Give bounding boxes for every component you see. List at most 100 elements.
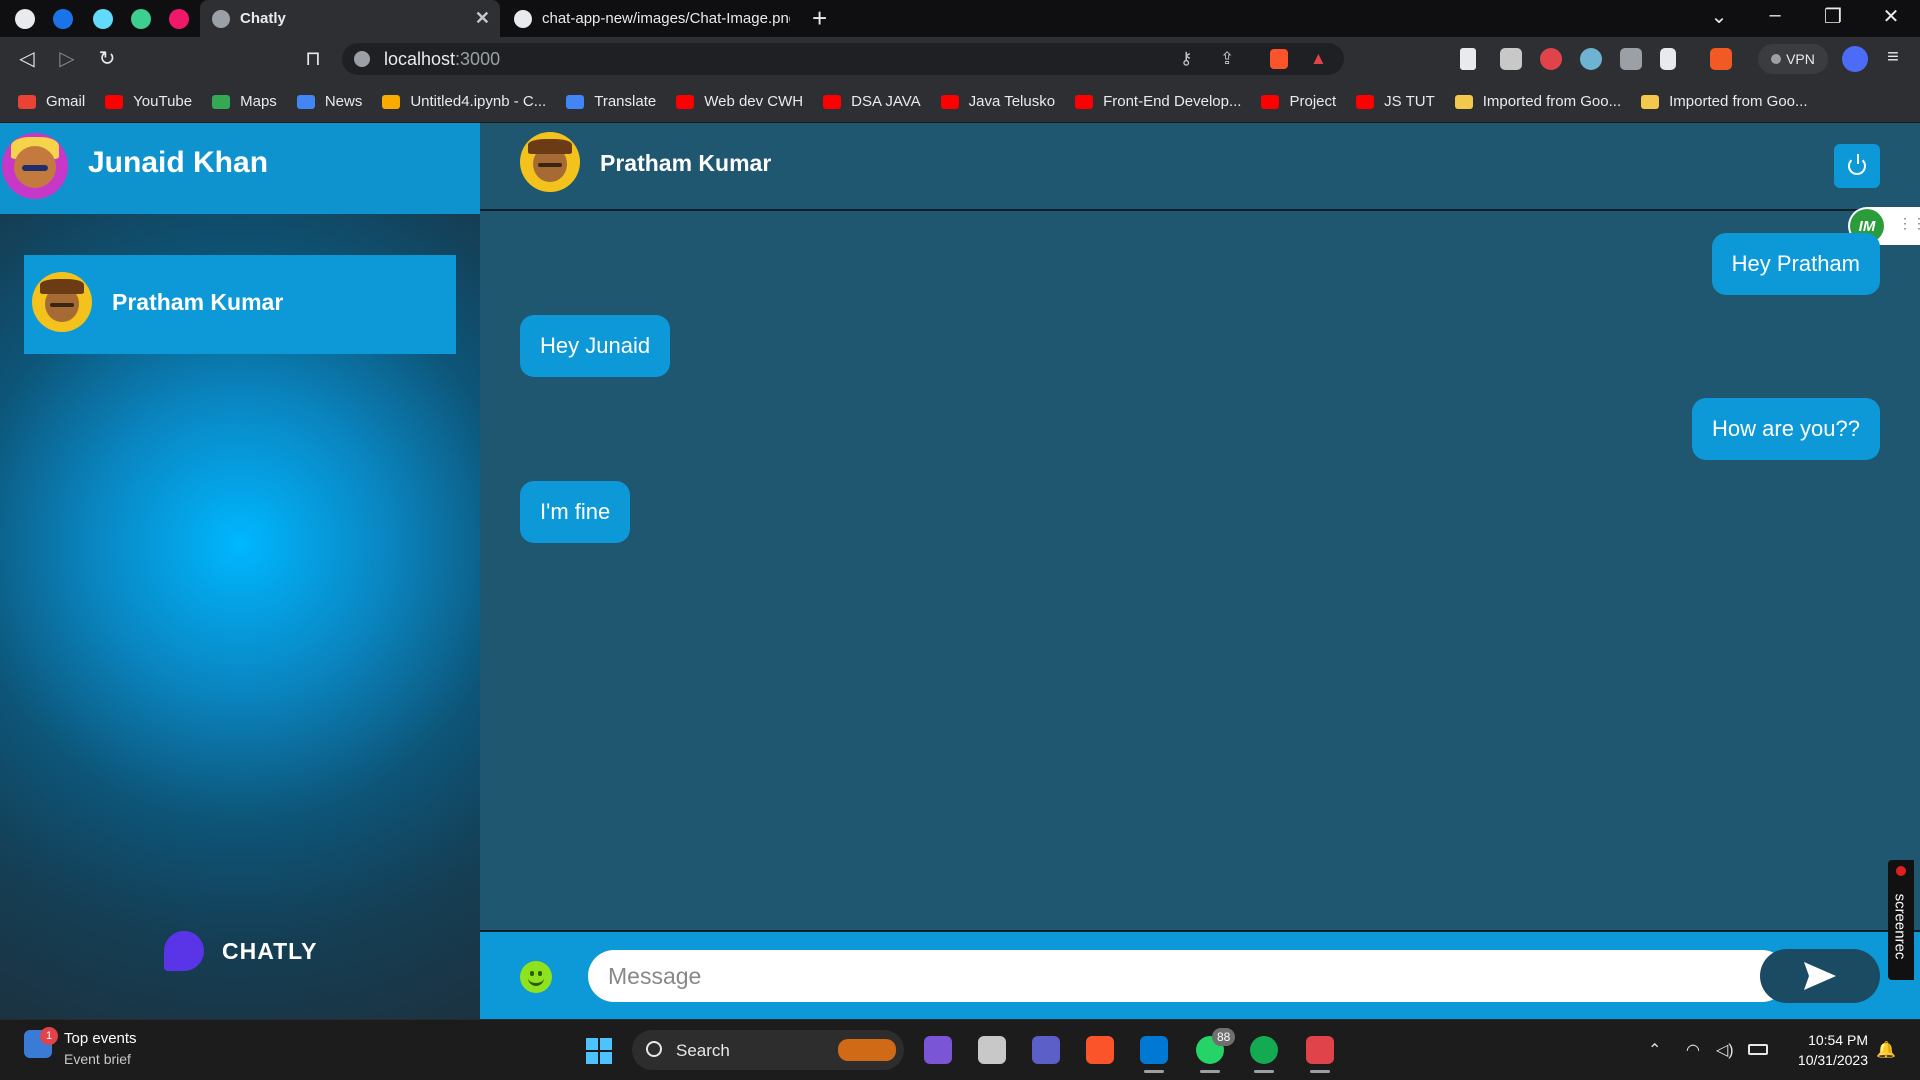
start-button[interactable] xyxy=(586,1038,612,1064)
copilot-icon[interactable] xyxy=(924,1036,952,1064)
minimize-button[interactable]: – xyxy=(1760,4,1790,27)
profile-avatar-icon[interactable] xyxy=(1842,46,1868,72)
bookmark-label: Java Telusko xyxy=(968,93,1056,110)
chat-contact-avatar xyxy=(520,132,580,192)
task-view-icon[interactable] xyxy=(978,1036,1006,1064)
battery-icon[interactable] xyxy=(1748,1044,1768,1055)
bookmark-item[interactable]: Front-End Develop... xyxy=(1075,93,1241,110)
brave-shields-icon[interactable] xyxy=(1270,49,1288,69)
widget-title[interactable]: Top events xyxy=(64,1030,137,1047)
restore-button[interactable]: ❐ xyxy=(1818,4,1848,29)
wifi-icon[interactable]: ◠ xyxy=(1686,1040,1700,1060)
news-icon xyxy=(296,94,315,109)
github-icon xyxy=(15,9,35,29)
volume-icon[interactable]: ◁) xyxy=(1716,1040,1734,1060)
vscode-icon[interactable] xyxy=(1140,1036,1168,1073)
bookmark-item[interactable]: Translate xyxy=(566,93,656,110)
tab-github-image[interactable]: chat-app-new/images/Chat-Image.png xyxy=(502,0,802,37)
extension-icon[interactable] xyxy=(1580,48,1602,70)
new-tab-button[interactable]: + xyxy=(812,3,827,34)
chat-panel: Pratham Kumar IM ⋮⋮ Hey Pratham Hey Juna… xyxy=(480,123,1920,1019)
tab-title: chat-app-new/images/Chat-Image.png xyxy=(542,10,790,27)
translate-icon xyxy=(566,94,585,109)
avatar-glasses xyxy=(21,164,49,172)
chat-contact-name: Pratham Kumar xyxy=(600,150,772,176)
extension-icon[interactable] xyxy=(1540,48,1562,70)
bookmark-item[interactable]: News xyxy=(296,93,362,110)
power-icon xyxy=(1848,154,1866,175)
bookmark-label: Maps xyxy=(240,93,277,110)
app-icon xyxy=(169,9,189,29)
bookmark-label: Front-End Develop... xyxy=(1103,93,1242,110)
bookmark-item[interactable]: Gmail xyxy=(18,93,85,110)
address-bar[interactable]: localhost:3000 ⚷ ⇪ ▲ xyxy=(342,43,1344,75)
drag-handle-icon[interactable]: ⋮⋮ xyxy=(1898,215,1920,232)
sidebar: Junaid Khan Pratham Kumar CHATLY xyxy=(0,123,480,1019)
whatsapp-badge: 88 xyxy=(1212,1028,1236,1046)
emoji-picker-icon[interactable] xyxy=(520,961,552,993)
bookmark-item[interactable]: YouTube xyxy=(105,93,192,110)
youtube-icon xyxy=(1261,94,1280,109)
close-tab-icon[interactable]: ✕ xyxy=(475,8,490,29)
bookmark-item[interactable]: Imported from Goo... xyxy=(1641,93,1808,110)
site-info-icon[interactable] xyxy=(354,51,370,67)
bookmark-item[interactable]: Imported from Goo... xyxy=(1454,93,1621,110)
mongodb-compass-icon[interactable] xyxy=(1250,1036,1278,1073)
maps-icon xyxy=(212,94,231,109)
screenrec-widget[interactable]: screenrec xyxy=(1888,860,1914,980)
bookmark-item[interactable]: Java Telusko xyxy=(940,93,1056,110)
vpn-status-icon xyxy=(1771,54,1782,64)
avatar-hair xyxy=(528,139,572,154)
youtube-icon xyxy=(1356,94,1375,109)
github-pinned-tab[interactable] xyxy=(10,4,40,34)
bookmark-item[interactable]: JS TUT xyxy=(1356,93,1435,110)
message-input[interactable] xyxy=(588,950,1788,1002)
bookmark-page-icon[interactable]: ⊓ xyxy=(300,46,326,71)
send-button[interactable] xyxy=(1760,949,1880,1003)
tab-search-chevron-icon[interactable]: ⌄ xyxy=(1704,4,1734,29)
colab-icon xyxy=(382,94,401,109)
notification-bell-icon[interactable]: 🔔 xyxy=(1876,1040,1896,1060)
extension-hand-icon[interactable] xyxy=(1500,48,1522,70)
sidebar-toggle-icon[interactable] xyxy=(1660,48,1676,70)
show-hidden-icons[interactable]: ⌃ xyxy=(1648,1040,1661,1060)
password-key-icon[interactable]: ⚷ xyxy=(1180,49,1192,69)
reload-button[interactable]: ↻ xyxy=(94,46,120,71)
brave-active-window-icon[interactable] xyxy=(1306,1036,1334,1073)
system-clock[interactable]: 10:54 PM 10/31/2023 xyxy=(1786,1030,1868,1070)
react-pinned-tab[interactable] xyxy=(88,4,118,34)
bookmark-item[interactable]: Project xyxy=(1261,93,1336,110)
back-button[interactable]: ◁ xyxy=(14,46,40,71)
react-icon xyxy=(93,9,113,29)
menu-icon[interactable]: ≡ xyxy=(1880,46,1906,69)
share-icon[interactable]: ⇪ xyxy=(1220,49,1234,69)
pinned-tab-5[interactable] xyxy=(164,4,194,34)
extensions-puzzle-icon[interactable] xyxy=(1620,48,1642,70)
wallet-icon[interactable] xyxy=(1710,48,1732,70)
brave-browser-icon[interactable] xyxy=(1086,1036,1114,1064)
bookmark-item[interactable]: Maps xyxy=(212,93,277,110)
close-window-button[interactable]: ✕ xyxy=(1876,4,1906,29)
brave-rewards-icon[interactable]: ▲ xyxy=(1310,49,1327,69)
bookmark-item[interactable]: Web dev CWH xyxy=(676,93,803,110)
taskbar-search[interactable]: Search xyxy=(632,1030,904,1070)
eyedropper-icon[interactable] xyxy=(1460,48,1476,70)
bookmark-item[interactable]: Untitled4.ipynb - C... xyxy=(382,93,546,110)
vpn-button[interactable]: VPN xyxy=(1758,44,1828,74)
user-avatar[interactable] xyxy=(2,133,68,199)
logout-button[interactable] xyxy=(1834,144,1880,188)
bookmarks-bar: Gmail YouTube Maps News Untitled4.ipynb - C.… xyxy=(0,81,1920,123)
bookmark-label: DSA JAVA xyxy=(851,93,921,110)
pinned-tab-2[interactable] xyxy=(48,4,78,34)
chat-header: Pratham Kumar xyxy=(480,123,1920,211)
bookmark-item[interactable]: DSA JAVA xyxy=(823,93,921,110)
contact-item[interactable]: Pratham Kumar xyxy=(24,255,456,354)
youtube-icon xyxy=(823,94,842,109)
forward-button[interactable]: ▷ xyxy=(54,46,80,71)
screenrec-label: screenrec xyxy=(1891,893,1909,960)
tab-chatly[interactable]: Chatly ✕ xyxy=(200,0,500,37)
bookmark-label: Web dev CWH xyxy=(704,93,804,110)
teams-icon[interactable] xyxy=(1032,1036,1060,1064)
message-bubble-sent: Hey Pratham xyxy=(1711,233,1880,295)
pinned-tab-4[interactable] xyxy=(126,4,156,34)
